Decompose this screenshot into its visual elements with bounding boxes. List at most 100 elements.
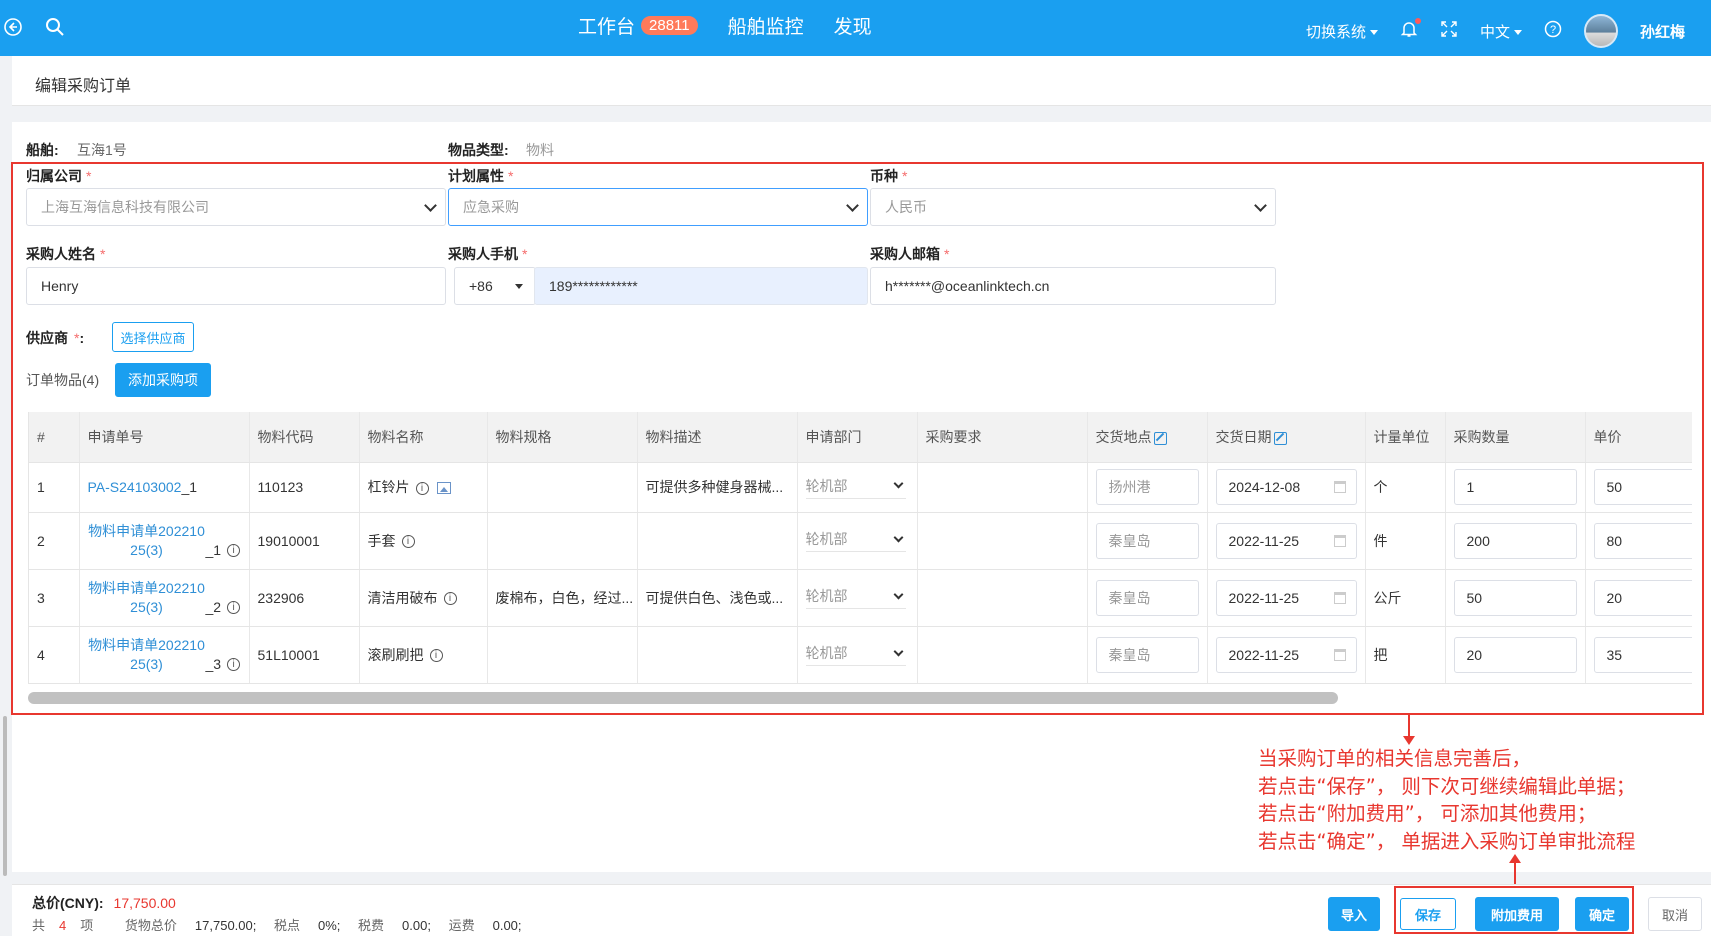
- nav-discover[interactable]: 发现: [834, 12, 872, 39]
- cell-place: 秦皇岛: [1087, 626, 1208, 684]
- price-input[interactable]: 35: [1593, 636, 1692, 673]
- table-row: 2 物料申请单202210 25(3) _1 i 19010001 手套 i 轮机部 秦…: [29, 512, 1692, 570]
- select-supplier-button[interactable]: 选择供应商: [112, 322, 194, 352]
- place-input[interactable]: 秦皇岛: [1095, 636, 1199, 673]
- phone-input[interactable]: 189************: [534, 267, 868, 305]
- info-icon[interactable]: i: [415, 481, 429, 495]
- import-button[interactable]: 导入: [1328, 897, 1380, 931]
- buyer-name-input[interactable]: Henry: [26, 267, 446, 305]
- extra-fee-button[interactable]: 附加费用: [1475, 897, 1559, 931]
- cell-name: 滚刷刷把 i: [359, 626, 488, 684]
- cell-req-no: 物料申请单202210 25(3) _1 i: [79, 512, 250, 570]
- cell-unit: 把: [1365, 626, 1446, 684]
- date-input[interactable]: 2022-11-25: [1215, 636, 1357, 673]
- col-date-label: 交货日期: [1215, 428, 1272, 445]
- language-dropdown[interactable]: 中文: [1480, 21, 1522, 42]
- info-icon[interactable]: i: [227, 601, 241, 615]
- dept-value: 轮机部: [805, 477, 848, 494]
- date-input[interactable]: 2022-11-25: [1215, 522, 1357, 559]
- phone-code-select[interactable]: +86: [454, 267, 536, 305]
- save-button[interactable]: 保存: [1400, 898, 1456, 930]
- table-horizontal-scrollbar[interactable]: [28, 692, 1338, 704]
- confirm-button[interactable]: 确定: [1575, 897, 1629, 931]
- date-value: 2022-11-25: [1228, 589, 1300, 606]
- req-no-link[interactable]: 物料申请单202210 25(3): [88, 636, 206, 674]
- info-icon[interactable]: i: [401, 535, 415, 549]
- dept-select[interactable]: 轮机部: [805, 643, 906, 666]
- info-icon[interactable]: i: [443, 592, 457, 606]
- dept-select[interactable]: 轮机部: [805, 529, 906, 552]
- image-icon[interactable]: [436, 482, 451, 495]
- req-no-link[interactable]: 物料申请单202210 25(3): [88, 579, 206, 617]
- req-no-link[interactable]: PA-S24103002: [88, 479, 182, 495]
- col-place: 交货地点: [1087, 412, 1208, 463]
- buyer-phone-label: 采购人手机 *: [448, 244, 527, 264]
- nav-ship-monitor[interactable]: 船舶监控: [728, 12, 804, 39]
- email-input[interactable]: h*******@oceanlinktech.cn: [870, 267, 1276, 305]
- cell-req-no: PA-S24103002_1: [79, 462, 250, 513]
- required-mark: *: [508, 168, 514, 184]
- calendar-icon: [1333, 534, 1346, 547]
- nav-workbench[interactable]: 工作台 28811: [578, 12, 698, 39]
- edit-icon[interactable]: [1273, 431, 1287, 445]
- currency-select[interactable]: 人民币: [870, 188, 1276, 226]
- bell-icon[interactable]: [1400, 18, 1421, 42]
- add-item-button[interactable]: 添加采购项: [115, 363, 211, 397]
- email-value: h*******@oceanlinktech.cn: [885, 278, 1050, 294]
- item-name: 杠铃片: [367, 479, 410, 495]
- left-scrollbar[interactable]: [0, 56, 12, 936]
- req-suffix: _2: [205, 598, 222, 615]
- items-table: # 申请单号 物料代码 物料名称 物料规格 物料描述 申请部门 采购要求 交货地…: [28, 412, 1692, 684]
- phone-value: 189************: [549, 278, 638, 294]
- price-input[interactable]: 20: [1593, 579, 1692, 616]
- cell-unit: 个: [1365, 462, 1446, 513]
- buyer-email-label-text: 采购人邮箱: [870, 246, 940, 262]
- item-name: 滚刷刷把: [367, 646, 424, 663]
- date-input[interactable]: 2022-11-25: [1215, 579, 1357, 616]
- edit-icon[interactable]: [1153, 431, 1167, 445]
- cancel-button[interactable]: 取消: [1648, 897, 1702, 931]
- switch-system-dropdown[interactable]: 切换系统: [1306, 21, 1378, 42]
- dept-select[interactable]: 轮机部: [805, 586, 906, 609]
- qty-input[interactable]: 1: [1453, 469, 1577, 505]
- price-input[interactable]: 50: [1593, 469, 1692, 505]
- company-select[interactable]: 上海互海信息科技有限公司: [26, 188, 446, 226]
- annotation-note: 当采购订单的相关信息完善后， 若点击“保存”， 则下次可继续编辑此单据； 若点击…: [1258, 745, 1635, 855]
- fullscreen-icon[interactable]: [1440, 20, 1458, 42]
- annotation-arrow-down: [1403, 715, 1415, 745]
- annotation-line: 若点击“确定”， 单据进入采购订单审批流程: [1258, 829, 1636, 853]
- place-input[interactable]: 扬州港: [1095, 469, 1199, 505]
- scrollbar-thumb[interactable]: [3, 716, 7, 876]
- cell-code: 51L10001: [249, 626, 360, 684]
- req-no-link[interactable]: 物料申请单202210 25(3): [88, 522, 206, 560]
- total-breakdown: 共4项 货物总价 17,750.00; 税点 0%; 税费 0.00; 运费 0.00;: [32, 915, 536, 934]
- back-icon[interactable]: [0, 14, 26, 40]
- tax: 税费 0.00;: [358, 918, 431, 933]
- item-type-value: 物料: [526, 142, 554, 158]
- user-name[interactable]: 孙红梅: [1640, 21, 1685, 42]
- help-icon[interactable]: ?: [1544, 20, 1562, 42]
- col-requirement: 采购要求: [917, 412, 1088, 463]
- info-icon[interactable]: i: [429, 649, 443, 663]
- vessel-label: 船舶:: [26, 142, 59, 158]
- cell-price: 35: [1585, 626, 1692, 684]
- date-input[interactable]: 2024-12-08: [1215, 469, 1357, 505]
- qty-input[interactable]: 20: [1453, 636, 1577, 673]
- item-count: 共4项: [32, 918, 107, 933]
- place-input[interactable]: 秦皇岛: [1095, 522, 1199, 559]
- avatar[interactable]: [1583, 14, 1618, 48]
- info-icon[interactable]: i: [227, 544, 241, 558]
- qty-input[interactable]: 50: [1453, 579, 1577, 616]
- cell-qty: 20: [1445, 626, 1586, 684]
- dept-select[interactable]: 轮机部: [805, 476, 906, 499]
- price-input[interactable]: 80: [1593, 522, 1692, 559]
- search-icon[interactable]: [42, 14, 68, 40]
- plan-select[interactable]: 应急采购: [448, 188, 868, 226]
- cell-date: 2022-11-25: [1207, 626, 1366, 684]
- cell-qty: 200: [1445, 512, 1586, 570]
- place-input[interactable]: 秦皇岛: [1095, 579, 1199, 616]
- info-icon[interactable]: i: [227, 658, 241, 672]
- qty-input[interactable]: 200: [1453, 522, 1577, 559]
- order-items-label: 订单物品(4): [26, 372, 100, 388]
- plan-label: 计划属性 *: [448, 166, 513, 186]
